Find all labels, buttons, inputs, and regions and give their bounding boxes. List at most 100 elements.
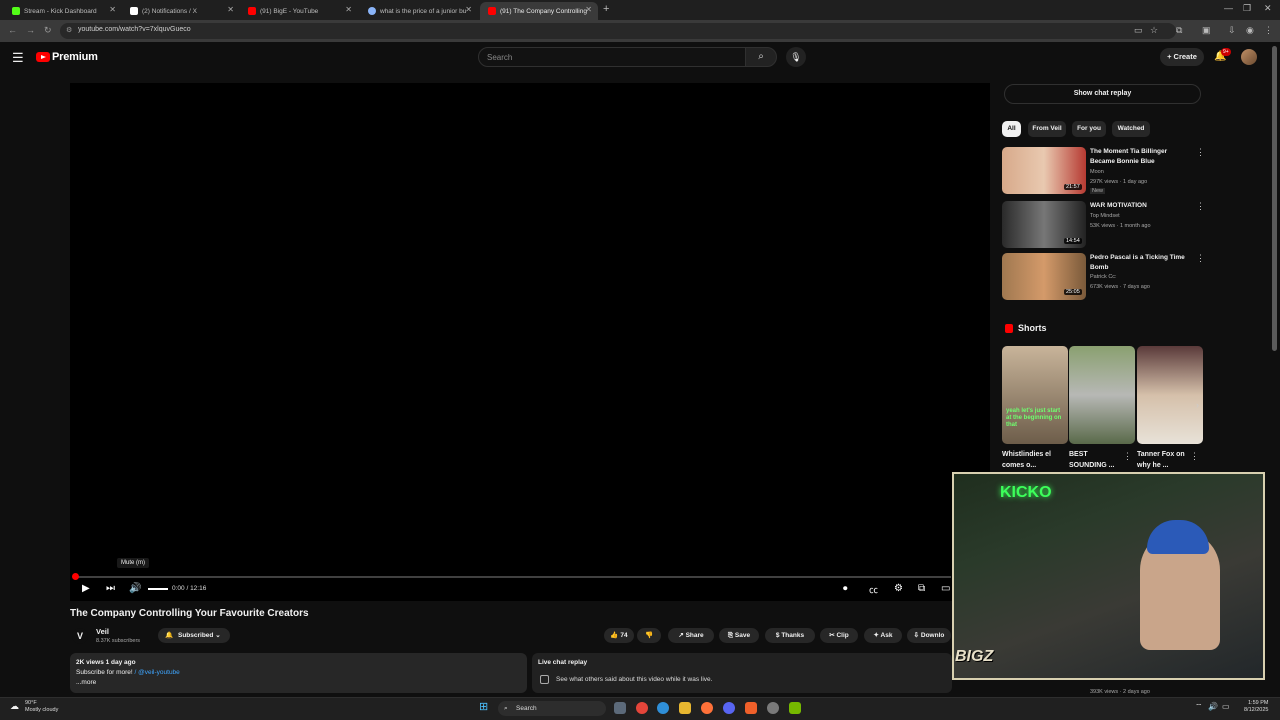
save-button[interactable]: ⎘ Save [719,628,759,643]
theater-mode-icon[interactable]: ▭ [941,583,950,594]
browser-tab[interactable]: Stream - Kick Dashboard ✕ [4,2,122,20]
browser-tab-active[interactable]: (91) The Company Controlling ✕ [480,2,598,20]
avatar[interactable] [1241,49,1257,65]
volume-slider[interactable] [148,588,168,590]
browser-menu-icon[interactable]: ⋮ [1264,25,1273,36]
close-window-icon[interactable]: ✕ [1264,3,1272,14]
chip-all[interactable]: All [1002,121,1021,137]
like-button[interactable]: 👍 74 [604,628,634,643]
progress-bar[interactable] [75,576,951,578]
chrome-icon[interactable] [636,702,648,714]
channel-avatar[interactable]: V [72,628,88,644]
youtube-logo-icon[interactable] [36,52,50,62]
autoplay-toggle-icon[interactable]: ⏺ [843,583,848,594]
ask-button[interactable]: ✦ Ask [864,628,902,643]
related-video-title[interactable]: WAR MOTIVATION [1090,201,1190,211]
network-icon[interactable]: ⌔ [1195,702,1203,712]
forward-icon[interactable]: → [26,25,35,35]
close-tab-icon[interactable]: ✕ [345,5,352,14]
related-video-channel[interactable]: Moon [1090,169,1104,175]
reload-icon[interactable]: ↻ [44,25,52,36]
close-tab-icon[interactable]: ✕ [585,5,592,14]
more-actions-icon[interactable]: ⋮ [1123,451,1132,462]
firefox-icon[interactable] [701,702,713,714]
minimize-icon[interactable]: — [1224,3,1233,13]
taskbar-clock[interactable]: 1:59 PM 8/12/2025 [1244,700,1268,714]
close-tab-icon[interactable]: ✕ [109,5,116,14]
more-actions-icon[interactable]: ⋮ [1196,201,1205,212]
volume-icon[interactable]: 🔊 [129,583,141,594]
volume-tray-icon[interactable]: 🔊 [1208,702,1218,711]
short-thumbnail[interactable] [1069,346,1135,444]
voice-search-button[interactable]: 🎙 [786,47,806,67]
more-actions-icon[interactable]: ⋮ [1196,253,1205,264]
progress-scrubber[interactable] [72,573,79,580]
channel-name[interactable]: Veil [96,627,109,636]
chip-from-veil[interactable]: From Veil [1028,121,1066,137]
clip-button[interactable]: ✂ Clip [820,628,858,643]
browser-tab[interactable]: (2) Notifications / X ✕ [122,2,240,20]
cast-icon[interactable]: ▭ [1134,25,1143,36]
battery-icon[interactable]: ▭ [1222,702,1230,711]
chip-for-you[interactable]: For you [1072,121,1106,137]
obs-icon[interactable] [745,702,757,714]
maximize-icon[interactable]: ❐ [1243,3,1251,14]
hamburger-menu-icon[interactable]: ☰ [12,50,24,66]
chip-watched[interactable]: Watched [1112,121,1150,137]
chevron-right-icon[interactable]: › [1196,400,1199,410]
new-tab-button[interactable]: + [603,3,609,15]
related-video-channel[interactable]: Top Mindset [1090,213,1120,219]
brand-label[interactable]: Premium [52,51,98,63]
windows-start-icon[interactable]: ⊞ [479,700,488,713]
short-title[interactable]: BEST SOUNDING ... [1069,449,1127,471]
profile-icon[interactable]: ◉ [1246,25,1254,36]
thanks-button[interactable]: $ Thanks [765,628,815,643]
play-icon[interactable]: ▶ [82,583,90,594]
close-tab-icon[interactable]: ✕ [465,5,472,14]
channel-handle-link[interactable]: / @veil-youtube [135,669,180,676]
related-video-title[interactable]: The Moment Tia Billinger Became Bonnie B… [1090,147,1190,167]
task-view-icon[interactable] [614,702,626,714]
subscribed-button[interactable]: 🔔 Subscribed ⌄ [158,628,230,643]
url-bar[interactable] [60,23,1176,39]
show-chat-replay-button[interactable]: Show chat replay [1004,84,1201,104]
discord-icon[interactable] [723,702,735,714]
short-thumbnail[interactable] [1137,346,1203,444]
more-actions-icon[interactable]: ⋮ [1196,147,1205,158]
bookmark-star-icon[interactable]: ☆ [1150,25,1158,36]
edge-icon[interactable] [657,702,669,714]
weather-widget[interactable]: 90°F Mostly cloudy [25,700,58,714]
file-explorer-icon[interactable] [679,702,691,714]
download-icon[interactable]: ⇩ [1228,25,1236,36]
more-link[interactable]: ...more [76,679,96,686]
miniplayer-icon[interactable]: ⧉ [918,583,925,594]
extensions-icon[interactable]: ⧉ [1176,25,1182,36]
share-button[interactable]: ↗ Share [668,628,714,643]
captions-icon[interactable]: ㏄ [869,583,878,596]
video-player[interactable] [70,83,990,601]
search-input[interactable]: Search [478,47,746,67]
settings-gear-icon[interactable]: ⚙ [894,583,903,594]
create-button[interactable]: + Create [1160,48,1204,66]
url-text[interactable]: youtube.com/watch?v=7xlquvGueco [78,26,191,33]
short-title[interactable]: Whistlindies el comes o... [1002,449,1060,471]
related-video-channel[interactable]: Patrick Cc: [1090,274,1117,280]
nvidia-icon[interactable] [789,702,801,714]
taskbar-search[interactable]: ⌕ Search [498,701,606,716]
settings-icon[interactable] [767,702,779,714]
short-thumbnail[interactable]: yeah let's just start at the beginning o… [1002,346,1068,444]
dislike-button[interactable]: 👎 [637,628,661,643]
back-icon[interactable]: ← [8,25,17,35]
more-actions-icon[interactable]: ⋮ [1190,451,1199,462]
download-button[interactable]: ⇩ Downlo [907,628,951,643]
sidebar-icon[interactable]: ▣ [1202,25,1211,36]
site-info-icon[interactable]: ⚙ [66,26,72,34]
search-button[interactable]: ⌕ [745,47,777,67]
browser-tab[interactable]: (91) BigE - YouTube ✕ [240,2,358,20]
next-icon[interactable]: ⏭ [106,583,115,594]
weather-icon[interactable]: ☁ [10,701,19,712]
short-title[interactable]: Tanner Fox on why he ... [1137,449,1195,471]
browser-tab[interactable]: what is the price of a junior bu ✕ [360,2,478,20]
close-tab-icon[interactable]: ✕ [227,5,234,14]
page-scrollbar[interactable] [1272,46,1277,351]
